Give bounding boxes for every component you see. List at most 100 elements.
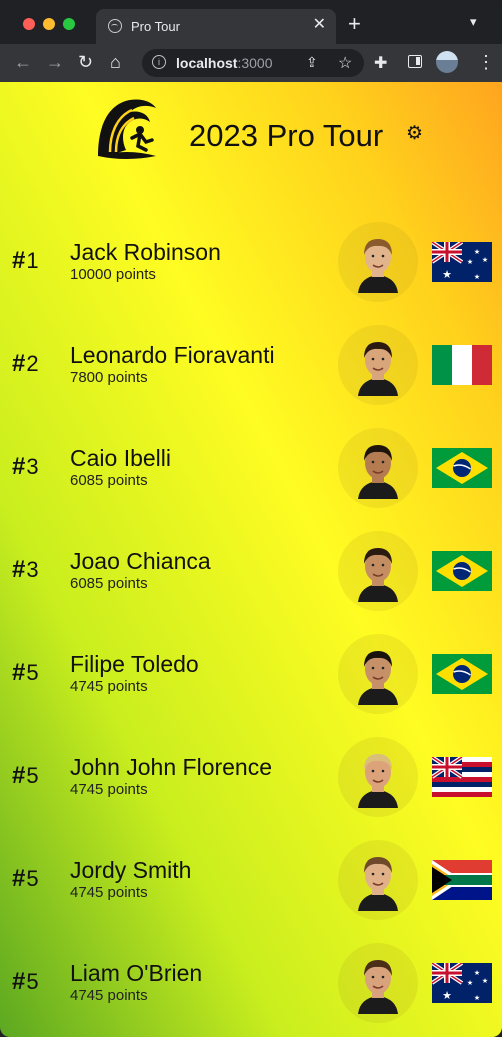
surfer-photo: [358, 857, 398, 911]
settings-gear-icon[interactable]: ⚙: [406, 122, 423, 145]
profile-avatar[interactable]: [436, 51, 458, 73]
forward-button[interactable]: →: [46, 52, 64, 72]
surfer-photo: [358, 754, 398, 808]
surfer-row[interactable]: #3 Joao Chianca 6085 points: [0, 531, 502, 634]
surfer-row[interactable]: #2 Leonardo Fioravanti 7800 points: [0, 325, 502, 428]
page-title: 2023 Pro Tour: [189, 118, 384, 153]
surfer-avatar: [338, 531, 418, 611]
tab-bar: Pro Tour ✕ + ▾: [0, 0, 502, 44]
surfer-points: 4745 points: [70, 987, 148, 1004]
surfer-avatar: [338, 840, 418, 920]
surfer-photo: [358, 960, 398, 1014]
svg-text:★: ★: [442, 990, 452, 1002]
rank-badge: #3: [12, 453, 39, 481]
rank-number: 3: [26, 557, 39, 582]
svg-text:★: ★: [482, 256, 488, 264]
surfer-row[interactable]: #1 Jack Robinson 10000 points ★ ★ ★ ★ ★: [0, 222, 502, 325]
bookmark-star-icon[interactable]: ☆: [338, 53, 352, 73]
surfer-points: 10000 points: [70, 266, 156, 283]
hash-icon: #: [12, 247, 26, 274]
rank-badge: #5: [12, 865, 39, 893]
brazil-flag-icon: [432, 551, 492, 591]
home-button[interactable]: ⌂: [110, 52, 121, 72]
svg-text:★: ★: [482, 977, 488, 985]
info-icon[interactable]: i: [152, 55, 166, 69]
australia-flag-icon: ★ ★★★★: [432, 963, 492, 1003]
italy-flag-icon: [432, 345, 492, 385]
surfer-row[interactable]: #5 John John Florence 4745 points: [0, 737, 502, 840]
rank-number: 1: [26, 248, 39, 273]
rank-number: 5: [26, 660, 39, 685]
hash-icon: #: [12, 453, 26, 480]
surfer-avatar: [338, 634, 418, 714]
minimize-window-button[interactable]: [43, 18, 55, 30]
rank-badge: #5: [12, 659, 39, 687]
surfer-avatar: [338, 943, 418, 1023]
surfer-name: Liam O'Brien: [70, 960, 203, 986]
page-content: 2023 Pro Tour ⚙ #1 Jack Robinson 10000 poi…: [0, 82, 502, 1037]
rank-badge: #1: [12, 247, 39, 275]
surfer-name: Leonardo Fioravanti: [70, 342, 275, 368]
surfer-points: 6085 points: [70, 472, 148, 489]
svg-text:★: ★: [474, 969, 480, 977]
page-header: 2023 Pro Tour ⚙: [0, 82, 502, 192]
surfer-avatar: [338, 428, 418, 508]
browser-window: Pro Tour ✕ + ▾ ← → ↻ ⌂ i localhost:3000 …: [0, 0, 502, 1037]
surfer-row[interactable]: #3 Caio Ibelli 6085 points: [0, 428, 502, 531]
rank-number: 2: [26, 351, 39, 376]
hash-icon: #: [12, 865, 26, 892]
side-panel-icon[interactable]: [408, 55, 422, 68]
rank-badge: #3: [12, 556, 39, 584]
share-icon[interactable]: ⇪: [306, 54, 318, 71]
svg-text:★: ★: [467, 979, 473, 987]
surfer-points: 7800 points: [70, 369, 148, 386]
address-bar[interactable]: i localhost:3000 ⇪ ☆: [142, 49, 364, 77]
hawaii-flag-icon: [432, 757, 492, 797]
back-button[interactable]: ←: [14, 52, 32, 72]
surfer-points: 4745 points: [70, 678, 148, 695]
hash-icon: #: [12, 659, 26, 686]
tab-title: Pro Tour: [131, 19, 180, 34]
rank-badge: #5: [12, 968, 39, 996]
rank-number: 5: [26, 763, 39, 788]
address-port: :3000: [237, 55, 273, 71]
surfer-row[interactable]: #5 Filipe Toledo 4745 points: [0, 634, 502, 737]
browser-tab[interactable]: Pro Tour ✕: [96, 9, 336, 44]
svg-text:★: ★: [467, 258, 473, 266]
maximize-window-button[interactable]: [63, 18, 75, 30]
browser-menu-icon[interactable]: ⋮: [477, 52, 495, 73]
svg-text:★: ★: [474, 994, 480, 1002]
new-tab-button[interactable]: +: [348, 13, 361, 35]
surfer-row[interactable]: #5 Liam O'Brien 4745 points ★ ★ ★ ★ ★: [0, 943, 502, 1037]
rank-number: 5: [26, 969, 39, 994]
address-host: localhost: [176, 55, 238, 71]
tab-search-chevron-icon[interactable]: ▾: [470, 14, 477, 30]
extensions-puzzle-icon[interactable]: ✚: [374, 53, 387, 73]
hash-icon: #: [12, 556, 26, 583]
surfer-points: 4745 points: [70, 884, 148, 901]
close-window-button[interactable]: [23, 18, 35, 30]
reload-button[interactable]: ↻: [78, 52, 93, 72]
brazil-flag-icon: [432, 654, 492, 694]
svg-text:★: ★: [474, 248, 480, 256]
surfer-name: Joao Chianca: [70, 548, 211, 574]
surfer-avatar: [338, 325, 418, 405]
surfer-photo: [358, 548, 398, 602]
hash-icon: #: [12, 968, 26, 995]
surfer-avatar: [338, 222, 418, 302]
surfer-points: 6085 points: [70, 575, 148, 592]
surfer-photo: [358, 239, 398, 293]
surfer-points: 4745 points: [70, 781, 148, 798]
address-url: localhost:3000: [176, 55, 273, 71]
surfer-photo: [358, 342, 398, 396]
favicon-icon: [108, 19, 122, 33]
surfer-row[interactable]: #5 Jordy Smith 4745 points: [0, 840, 502, 943]
hash-icon: #: [12, 762, 26, 789]
close-tab-icon[interactable]: ✕: [313, 16, 326, 34]
south-africa-flag-icon: [432, 860, 492, 900]
surf-wave-logo-icon: [98, 99, 156, 159]
surfer-name: John John Florence: [70, 754, 273, 780]
surfer-name: Jack Robinson: [70, 239, 221, 265]
surfer-name: Filipe Toledo: [70, 651, 199, 677]
hash-icon: #: [12, 350, 26, 377]
